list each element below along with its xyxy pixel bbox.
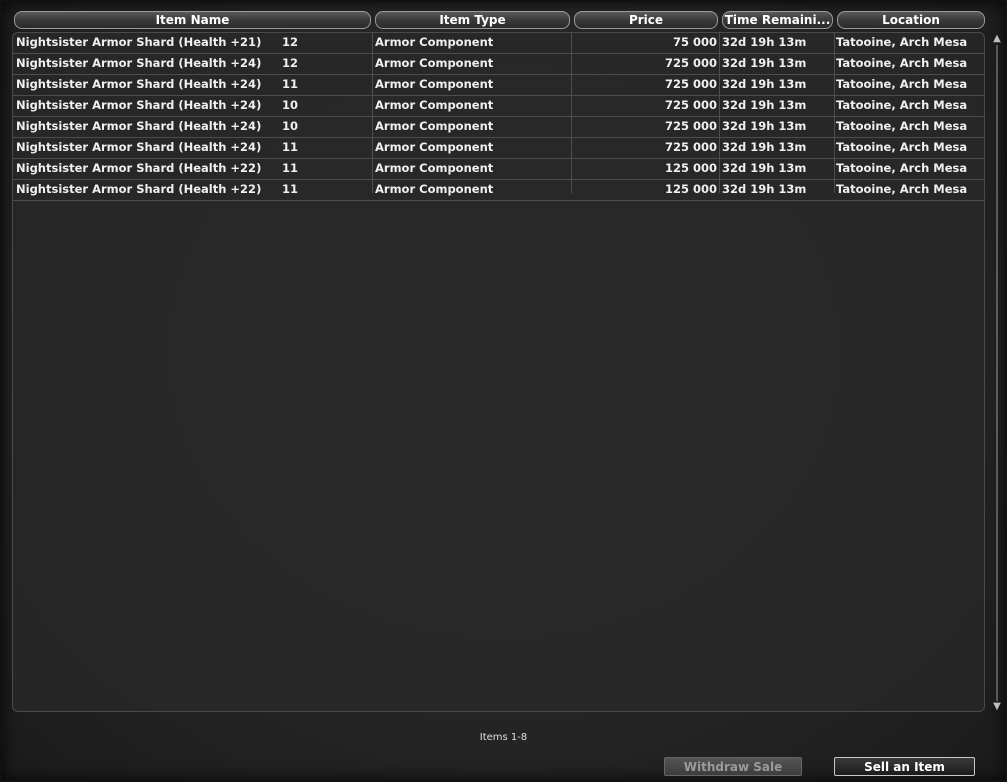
item-quantity-cell: 11	[282, 140, 299, 154]
location-cell: Tatooine, Arch Mesa	[836, 77, 968, 91]
price-cell: 725 000	[664, 119, 717, 133]
table-row[interactable]: Nightsister Armor Shard (Health +24) 11 …	[12, 75, 984, 96]
table-row[interactable]: Nightsister Armor Shard (Health +24) 10 …	[12, 117, 984, 138]
item-type-cell: Armor Component	[375, 161, 494, 175]
vertical-scrollbar[interactable]: ▲ ▼	[991, 33, 1003, 713]
column-header-row: Item Name Item Type Price Time Remaini..…	[0, 0, 1007, 32]
price-cell: 725 000	[664, 140, 717, 154]
table-row[interactable]: Nightsister Armor Shard (Health +21) 12 …	[12, 33, 984, 54]
price-cell: 725 000	[664, 56, 717, 70]
table-row[interactable]: Nightsister Armor Shard (Health +24) 10 …	[12, 96, 984, 117]
items-count-label: Items 1-8	[479, 732, 528, 743]
column-header-price[interactable]: Price	[574, 11, 718, 29]
item-name-cell: Nightsister Armor Shard (Health +24)	[16, 77, 262, 91]
item-type-cell: Armor Component	[375, 56, 494, 70]
location-cell: Tatooine, Arch Mesa	[836, 161, 968, 175]
item-type-cell: Armor Component	[375, 77, 494, 91]
arrow-down-icon[interactable]: ▼	[991, 701, 1003, 713]
auction-window: Item Name Item Type Price Time Remaini..…	[0, 0, 1007, 782]
table-row[interactable]: Nightsister Armor Shard (Health +22) 11 …	[12, 180, 984, 201]
item-type-cell: Armor Component	[375, 35, 494, 49]
item-list: Nightsister Armor Shard (Health +21) 12 …	[12, 33, 984, 201]
table-row[interactable]: Nightsister Armor Shard (Health +24) 12 …	[12, 54, 984, 75]
column-header-item-name[interactable]: Item Name	[14, 11, 371, 29]
time-remaining-cell: 32d 19h 13m	[722, 182, 807, 196]
item-name-cell: Nightsister Armor Shard (Health +22)	[16, 182, 262, 196]
location-cell: Tatooine, Arch Mesa	[836, 119, 968, 133]
item-quantity-cell: 12	[282, 56, 299, 70]
price-cell: 725 000	[664, 98, 717, 112]
column-header-location[interactable]: Location	[837, 11, 985, 29]
item-name-cell: Nightsister Armor Shard (Health +21)	[16, 35, 262, 49]
item-name-cell: Nightsister Armor Shard (Health +22)	[16, 161, 262, 175]
item-quantity-cell: 11	[282, 77, 299, 91]
time-remaining-cell: 32d 19h 13m	[722, 119, 807, 133]
item-quantity-cell: 12	[282, 35, 299, 49]
location-cell: Tatooine, Arch Mesa	[836, 98, 968, 112]
item-quantity-cell: 10	[282, 98, 299, 112]
time-remaining-cell: 32d 19h 13m	[722, 56, 807, 70]
item-type-cell: Armor Component	[375, 140, 494, 154]
location-cell: Tatooine, Arch Mesa	[836, 56, 968, 70]
table-row[interactable]: Nightsister Armor Shard (Health +22) 11 …	[12, 159, 984, 180]
item-name-cell: Nightsister Armor Shard (Health +24)	[16, 98, 262, 112]
item-type-cell: Armor Component	[375, 98, 494, 112]
time-remaining-cell: 32d 19h 13m	[722, 35, 807, 49]
price-cell: 725 000	[664, 77, 717, 91]
arrow-up-icon[interactable]: ▲	[991, 33, 1003, 45]
time-remaining-cell: 32d 19h 13m	[722, 77, 807, 91]
price-cell: 125 000	[664, 161, 717, 175]
time-remaining-cell: 32d 19h 13m	[722, 161, 807, 175]
item-type-cell: Armor Component	[375, 119, 494, 133]
column-header-item-type[interactable]: Item Type	[375, 11, 570, 29]
location-cell: Tatooine, Arch Mesa	[836, 140, 968, 154]
item-quantity-cell: 11	[282, 161, 299, 175]
item-name-cell: Nightsister Armor Shard (Health +24)	[16, 119, 262, 133]
withdraw-sale-button[interactable]: Withdraw Sale	[664, 757, 802, 776]
price-cell: 75 000	[672, 35, 717, 49]
item-name-cell: Nightsister Armor Shard (Health +24)	[16, 140, 262, 154]
time-remaining-cell: 32d 19h 13m	[722, 98, 807, 112]
item-quantity-cell: 10	[282, 119, 299, 133]
table-row[interactable]: Nightsister Armor Shard (Health +24) 11 …	[12, 138, 984, 159]
item-type-cell: Armor Component	[375, 182, 494, 196]
location-cell: Tatooine, Arch Mesa	[836, 182, 968, 196]
item-name-cell: Nightsister Armor Shard (Health +24)	[16, 56, 262, 70]
item-quantity-cell: 11	[282, 182, 299, 196]
location-cell: Tatooine, Arch Mesa	[836, 35, 968, 49]
column-header-time-remaining[interactable]: Time Remaini...	[722, 11, 833, 29]
scroll-track[interactable]	[996, 45, 998, 701]
price-cell: 125 000	[664, 182, 717, 196]
sell-item-button[interactable]: Sell an Item	[834, 757, 975, 776]
time-remaining-cell: 32d 19h 13m	[722, 140, 807, 154]
